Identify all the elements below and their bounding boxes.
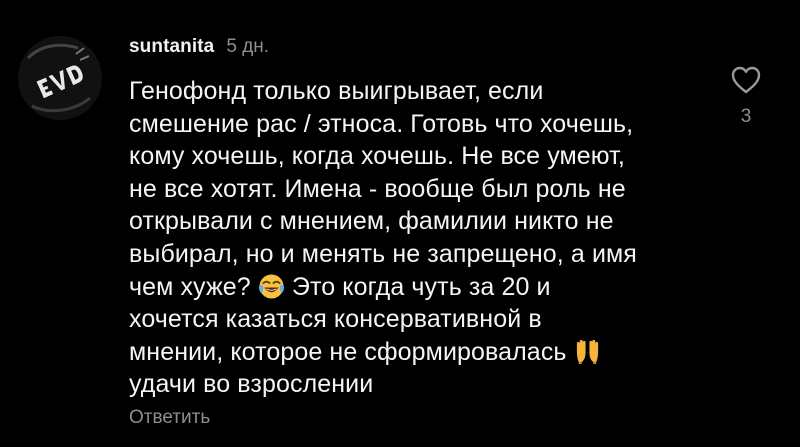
face-with-tears-of-joy-icon (258, 273, 285, 300)
comment-line: Генофонд только выигрывает, если (129, 77, 544, 105)
comment-line-part: мнении, которое не сформировалась (129, 337, 567, 366)
comment-line: хочется казаться консервативной в (129, 305, 542, 334)
comment-header: suntanita 5 дн. (129, 36, 269, 60)
like-button[interactable] (728, 62, 764, 98)
comment-text: Генофонд только выигрывает, если смешени… (129, 75, 689, 401)
raising-hands-icon (574, 338, 601, 365)
comment-line: удачи во взрослении (129, 370, 374, 399)
comment-line: кому хочешь, когда хочешь. Не все умеют, (129, 142, 625, 171)
avatar[interactable] (18, 36, 102, 120)
comment-line: смешение рас / этноса. Готовь что хочешь… (129, 109, 634, 138)
comment-line: не все хотят. Имена - вообще был роль не (129, 174, 626, 203)
comment-line-with-emoji: чем хуже? Это когда чуть за 20 и (129, 271, 689, 304)
heart-outline-icon (731, 66, 761, 94)
comment-line-with-emoji: мнении, которое не сформировалась (129, 336, 689, 369)
reply-button[interactable]: Ответить (129, 407, 210, 429)
comment-line-part: чем хуже? (129, 272, 251, 301)
comment: suntanita 5 дн. Генофонд только выигрыва… (0, 0, 800, 447)
comment-line: открывали с мнением, фамилии никто не (129, 207, 614, 236)
comment-line-part: Это когда чуть за 20 и (291, 272, 551, 301)
like-count: 3 (740, 106, 752, 127)
avatar-logo (18, 36, 102, 120)
timestamp: 5 дн. (226, 36, 270, 57)
comment-line: выбирал, но и менять не запрещено, а имя (129, 239, 637, 268)
username[interactable]: suntanita (129, 36, 214, 58)
